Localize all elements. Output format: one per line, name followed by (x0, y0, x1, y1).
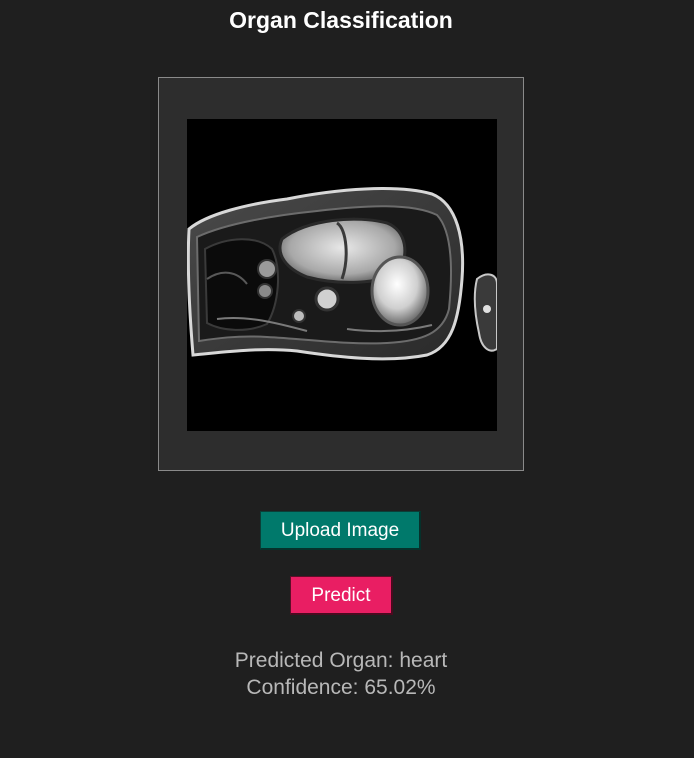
predicted-organ-text: Predicted Organ: heart (234, 649, 448, 672)
upload-image-button[interactable]: Upload Image (260, 511, 421, 550)
image-preview-frame (158, 77, 524, 471)
page-title: Organ Classification (229, 7, 453, 33)
mri-image-preview (187, 119, 497, 431)
predict-button[interactable]: Predict (290, 576, 393, 615)
confidence-text: Confidence: 65.02% (246, 676, 436, 699)
app-window: Organ Classification Upload Image Predic… (0, 0, 694, 758)
cardiac-mri-image (187, 119, 497, 431)
